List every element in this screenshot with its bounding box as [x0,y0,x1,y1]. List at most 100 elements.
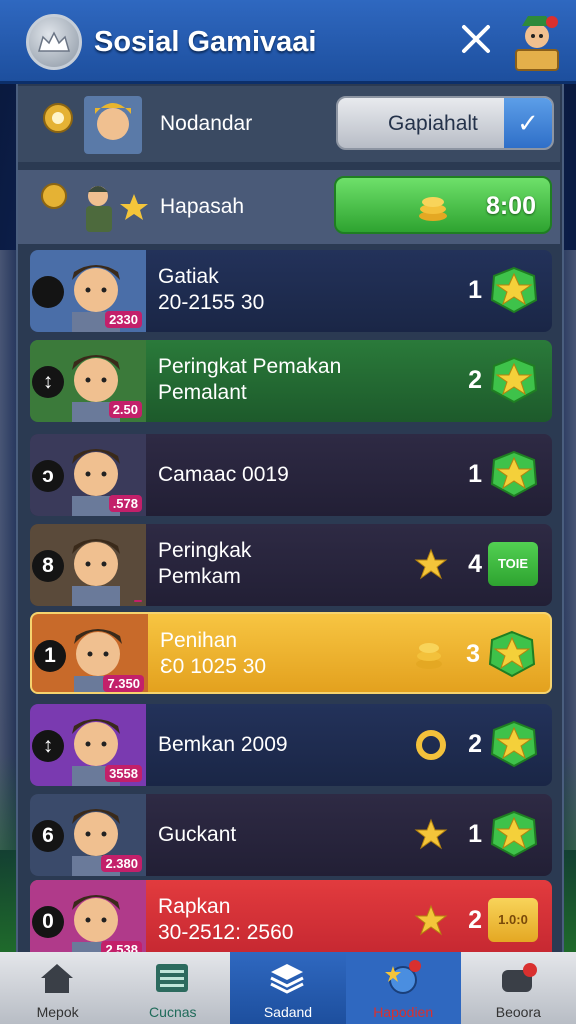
leaderboard-row[interactable]: .578 ↄ Camaac 0019 1 [30,434,552,516]
player-name-line2: Ɛ0 1025 30 [160,655,267,678]
rank-star-icon [490,720,538,768]
star-icon [414,818,448,850]
leaderboard-row[interactable]: 8 Peringkak Pemkam 4 TOIE [30,524,552,606]
player-name-line1: Peringkak [158,539,252,562]
rank-number: 2 [468,906,482,934]
bottom-nav: Mepok Cucnas Sadand Hapodien Beoora [0,952,576,1024]
rank-star-icon [490,450,538,498]
rank-number: 1 [468,820,482,848]
player-name: Gatiak 20-2155 30 [158,264,264,316]
nav-label: Mepok [36,1004,79,1020]
reward-tag[interactable]: TOIE [488,542,538,586]
player-avatar: .578 ↄ [30,434,146,516]
close-button[interactable] [456,22,496,62]
rank-number: 4 [468,550,482,578]
position-badge: 8 [32,550,64,582]
player-avatar-icon [43,96,142,154]
claim-reward-button[interactable]: 8:00 [334,176,552,234]
position-badge: 0 [32,906,64,938]
player-avatar: 7.350 1 [32,614,148,692]
position-badge: 1 [34,640,66,672]
star-icon [414,904,448,936]
profile-label: Nodandar [160,112,253,135]
crown-icon [38,31,70,52]
app-logo-button[interactable] [26,14,82,70]
player-score-badge: 7.350 [103,675,144,692]
rank-star-icon [490,810,538,858]
player-name-line1: Bemkan 2009 [158,733,288,756]
nav-tab-card[interactable]: Beoora [461,952,576,1024]
rank-number: 2 [468,730,482,758]
app-header: Sosial Gamivaai [0,0,576,84]
globe-star-icon [384,960,421,994]
close-icon [462,25,490,53]
rank-star-icon [490,356,538,404]
card-icon [501,963,537,992]
player-name: Peringkak Pemkam [158,538,251,590]
position-badge: 6 [32,820,64,852]
rank-number: 1 [468,460,482,488]
player-name: Peringkat Pemakan Pemalant [158,354,341,406]
leaderboard-row[interactable]: 2.50 ↕ Peringkat Pemakan Pemalant 2 [30,340,552,422]
nav-label: Cucnas [149,1004,197,1020]
player-name-line1: Peringkat Pemakan [158,355,342,378]
player-name-line1: Gatiak [158,265,219,288]
player-score-badge: 2.380 [101,855,142,872]
profile-row: Nodandar Gapiahalt ✓ [18,86,560,162]
reward-row: Hapasah 8:00 [18,170,560,244]
player-name-line1: Penihan [160,629,238,652]
ring-icon [416,730,446,760]
nav-tab-globe[interactable]: Hapodien [345,952,461,1024]
position-badge: ↕ [32,366,64,398]
player-score-badge: 3558 [105,765,142,782]
player-score-badge [134,600,142,602]
stack-icon [270,964,305,994]
position-badge: ↕ [32,730,64,762]
player-score-badge: 2.50 [108,401,142,418]
player-avatar: 2330 [30,250,146,332]
player-name: Penihan Ɛ0 1025 30 [160,628,266,680]
coin-stack-icon [419,197,447,221]
rank-number: 1 [468,276,482,304]
coin-stack-icon [416,643,442,669]
app-title: Sosial Gamivaai [94,26,317,58]
player-score-badge: 2330 [105,311,142,328]
player-avatar: 2.380 6 [30,794,146,876]
rank-number: 3 [466,640,480,668]
player-name-line2: 30-2512: 2560 [158,921,294,944]
leaderboard-row[interactable]: 7.350 1 Penihan Ɛ0 1025 30 3 [30,612,552,694]
mascot-icon [515,16,559,71]
player-name: Camaac 0019 [158,462,289,488]
leaderboard-row[interactable]: 2330 Gatiak 20-2155 30 1 [30,250,552,332]
leaderboard-row[interactable]: 2.380 6 Guckant 1 [30,794,552,876]
star-icon [414,548,448,580]
reward-label: Hapasah [160,195,245,218]
player-name: Bemkan 2009 [158,732,288,758]
player-avatar: 2.538 0 [30,880,146,962]
reward-timer: 8:00 [485,192,536,220]
player-name-line2: 20-2155 30 [158,291,265,314]
leaderboard-row[interactable]: 2.538 0 Rapkan 30-2512: 2560 2 1.0:0 [30,880,552,962]
soldier-avatar-icon [41,183,148,232]
position-badge [32,276,64,308]
rank-star-icon [488,630,536,678]
leaderboard-row[interactable]: 3558 ↕ Bemkan 2009 2 [30,704,552,786]
player-avatar: 8 [30,524,146,606]
check-icon[interactable]: ✓ [504,98,552,148]
player-name-line2: Pemkam [158,565,241,588]
nav-tab-stack[interactable]: Sadand [230,952,346,1024]
player-name-line1: Guckant [158,823,237,846]
player-name-line1: Rapkan [158,895,231,918]
profile-select[interactable]: Gapiahalt ✓ [336,96,554,150]
player-name: Guckant [158,822,236,848]
nav-tab-list[interactable]: Cucnas [115,952,230,1024]
mascot-avatar[interactable] [512,10,562,72]
player-name-line1: Camaac 0019 [158,463,289,486]
nav-label: Beoora [495,1004,541,1020]
reward-tag[interactable]: 1.0:0 [488,898,538,942]
rank-number: 2 [468,366,482,394]
player-name: Rapkan 30-2512: 2560 [158,894,293,946]
player-score-badge: .578 [108,495,142,512]
reward-avatar [32,174,162,240]
nav-tab-home[interactable]: Mepok [0,952,115,1024]
